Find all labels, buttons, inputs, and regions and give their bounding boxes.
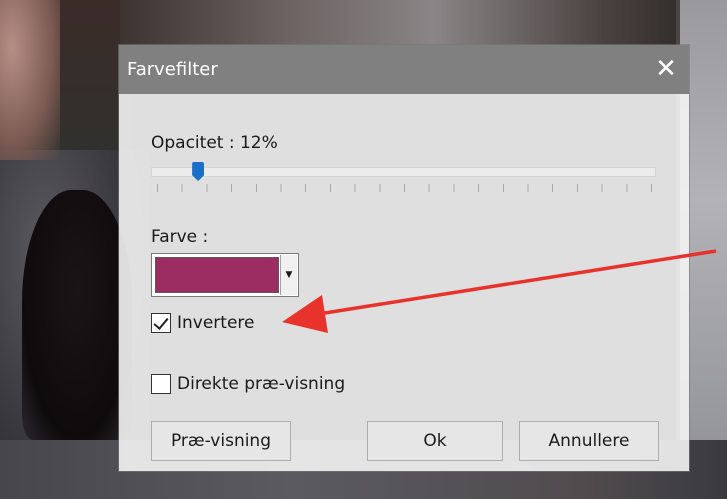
background-shirt xyxy=(22,190,132,440)
background-skin xyxy=(0,0,60,160)
chevron-down-icon[interactable]: ▼ xyxy=(280,255,297,295)
opacity-label: Opacitet : 12% xyxy=(151,133,278,153)
opacity-slider-ticks xyxy=(157,184,652,192)
invert-checkbox-row[interactable]: Invertere xyxy=(151,313,255,333)
direct-preview-label: Direkte præ-visning xyxy=(177,374,346,394)
cancel-button[interactable]: Annullere xyxy=(519,421,659,461)
dialog-title: Farvefilter xyxy=(127,59,218,80)
ok-button[interactable]: Ok xyxy=(367,421,503,461)
invert-label: Invertere xyxy=(177,313,255,333)
invert-checkbox[interactable] xyxy=(151,313,171,333)
close-icon[interactable]: ✕ xyxy=(651,54,681,84)
direct-preview-checkbox-row[interactable]: Direkte præ-visning xyxy=(151,374,345,394)
color-swatch xyxy=(155,257,279,293)
color-label: Farve : xyxy=(151,227,209,247)
direct-preview-checkbox[interactable] xyxy=(151,374,171,394)
opacity-slider[interactable] xyxy=(151,167,656,177)
preview-button[interactable]: Præ-visning xyxy=(151,421,291,461)
color-filter-dialog: Farvefilter ✕ Opacitet : 12% Farve : ▼ I… xyxy=(119,45,689,471)
dialog-titlebar[interactable]: Farvefilter ✕ xyxy=(119,45,689,94)
opacity-slider-thumb[interactable] xyxy=(192,162,205,181)
color-select[interactable]: ▼ xyxy=(151,253,299,297)
